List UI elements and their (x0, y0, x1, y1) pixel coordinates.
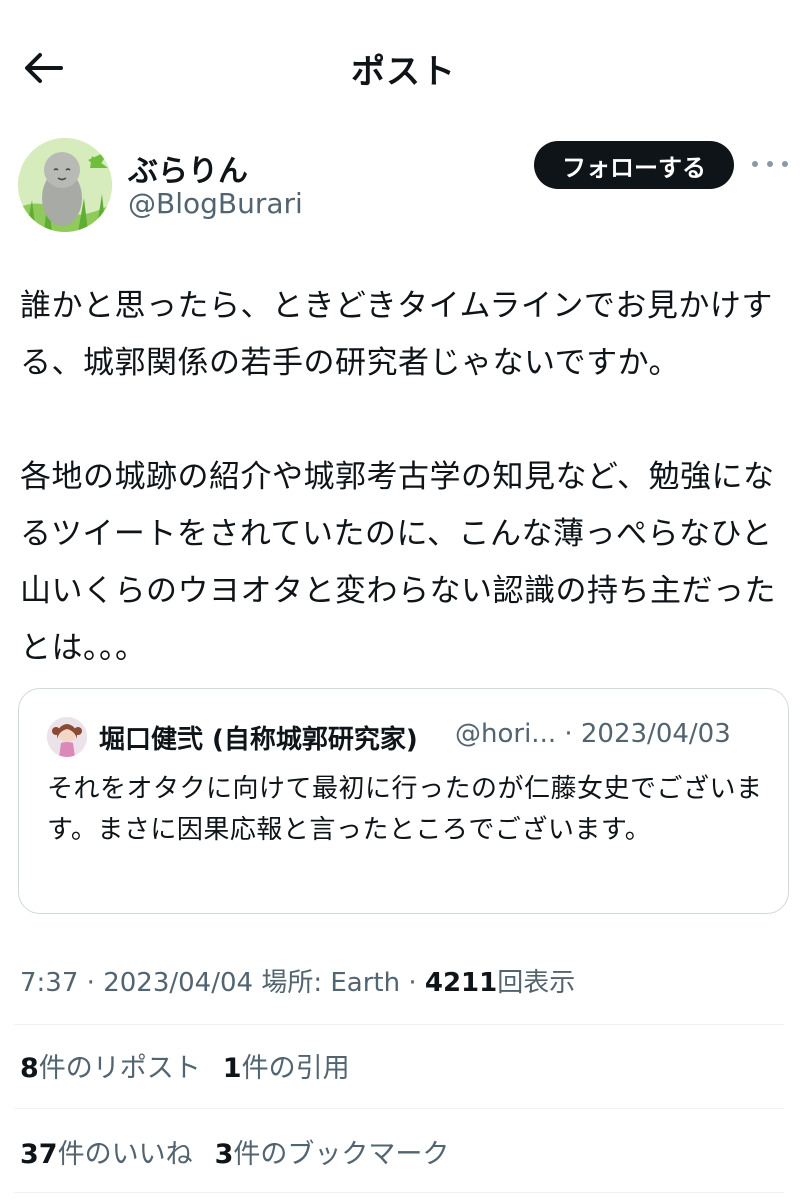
quotes-label: 件の引用 (241, 1053, 350, 1084)
meta-separator: · (86, 968, 95, 998)
divider (14, 1024, 784, 1025)
more-horizontal-icon-dot (782, 161, 788, 167)
quoted-post-meta: @hori... · 2023/04/03 (455, 719, 731, 749)
quoted-post-card[interactable]: 堀口健弐 (自称城郭研究家) @hori... · 2023/04/03 それを… (18, 688, 789, 914)
more-horizontal-icon-dot (767, 161, 773, 167)
post-location: 場所: Earth (261, 968, 401, 998)
post-time[interactable]: 7:37 (20, 968, 78, 998)
post-text: 誰かと思ったら、ときどきタイムラインでお見かけする、城郭関係の若手の研究者じゃな… (20, 288, 776, 666)
page-title: ポスト (351, 52, 456, 92)
post-detail-page: ポスト ぶらりん @BlogBurari フォローする 誰かと思ったら、ときどき… (0, 0, 807, 1200)
author-display-name[interactable]: ぶらりん (128, 146, 248, 190)
reposts-count: 8 (20, 1053, 39, 1084)
meta-separator: · (564, 719, 573, 749)
more-horizontal-icon (752, 161, 758, 167)
quotes-link[interactable]: 1件の引用 (223, 1053, 350, 1084)
follow-button[interactable]: フォローする (534, 141, 734, 189)
avatar-illustration (18, 138, 112, 232)
views-label: 回表示 (497, 968, 576, 998)
post-timestamp-line: 7:37 · 2023/04/04 場所: Earth · 4211回表示 (20, 962, 575, 999)
quoted-author-handle: @hori... (455, 719, 557, 749)
top-bar: ポスト (0, 0, 807, 135)
quoted-author-name: 堀口健弐 (自称城郭研究家) (99, 725, 418, 755)
likes-count: 37 (20, 1139, 58, 1170)
quoted-post-text: それをオタクに向けて最初に行ったのが仁藤女史でございます。まさに因果応報と言った… (47, 774, 763, 845)
reposts-label: 件のリポスト (38, 1053, 201, 1084)
bookmarks-count: 3 (214, 1139, 234, 1170)
reposts-link[interactable]: 8件のリポスト (20, 1053, 201, 1084)
quoted-avatar-illustration (47, 717, 87, 757)
repost-stats-row: 8件のリポスト 1件の引用 (20, 1046, 350, 1085)
meta-separator: · (408, 968, 417, 998)
author-handle[interactable]: @BlogBurari (128, 187, 303, 220)
quoted-post-date: 2023/04/03 (580, 719, 731, 749)
divider (14, 1108, 784, 1109)
quotes-count: 1 (222, 1053, 242, 1084)
views-count: 4211 (424, 968, 498, 998)
divider (14, 1192, 784, 1193)
quoted-author-avatar (47, 717, 87, 757)
author-avatar[interactable] (18, 138, 112, 232)
more-options-button[interactable] (752, 152, 788, 176)
bookmarks-link[interactable]: 3件のブックマーク (215, 1139, 450, 1170)
like-stats-row: 37件のいいね 3件のブックマーク (20, 1132, 449, 1171)
likes-label: 件のいいね (57, 1139, 193, 1170)
post-date[interactable]: 2023/04/04 (103, 968, 253, 998)
bookmarks-label: 件のブックマーク (233, 1139, 450, 1170)
likes-link[interactable]: 37件のいいね (20, 1139, 193, 1170)
